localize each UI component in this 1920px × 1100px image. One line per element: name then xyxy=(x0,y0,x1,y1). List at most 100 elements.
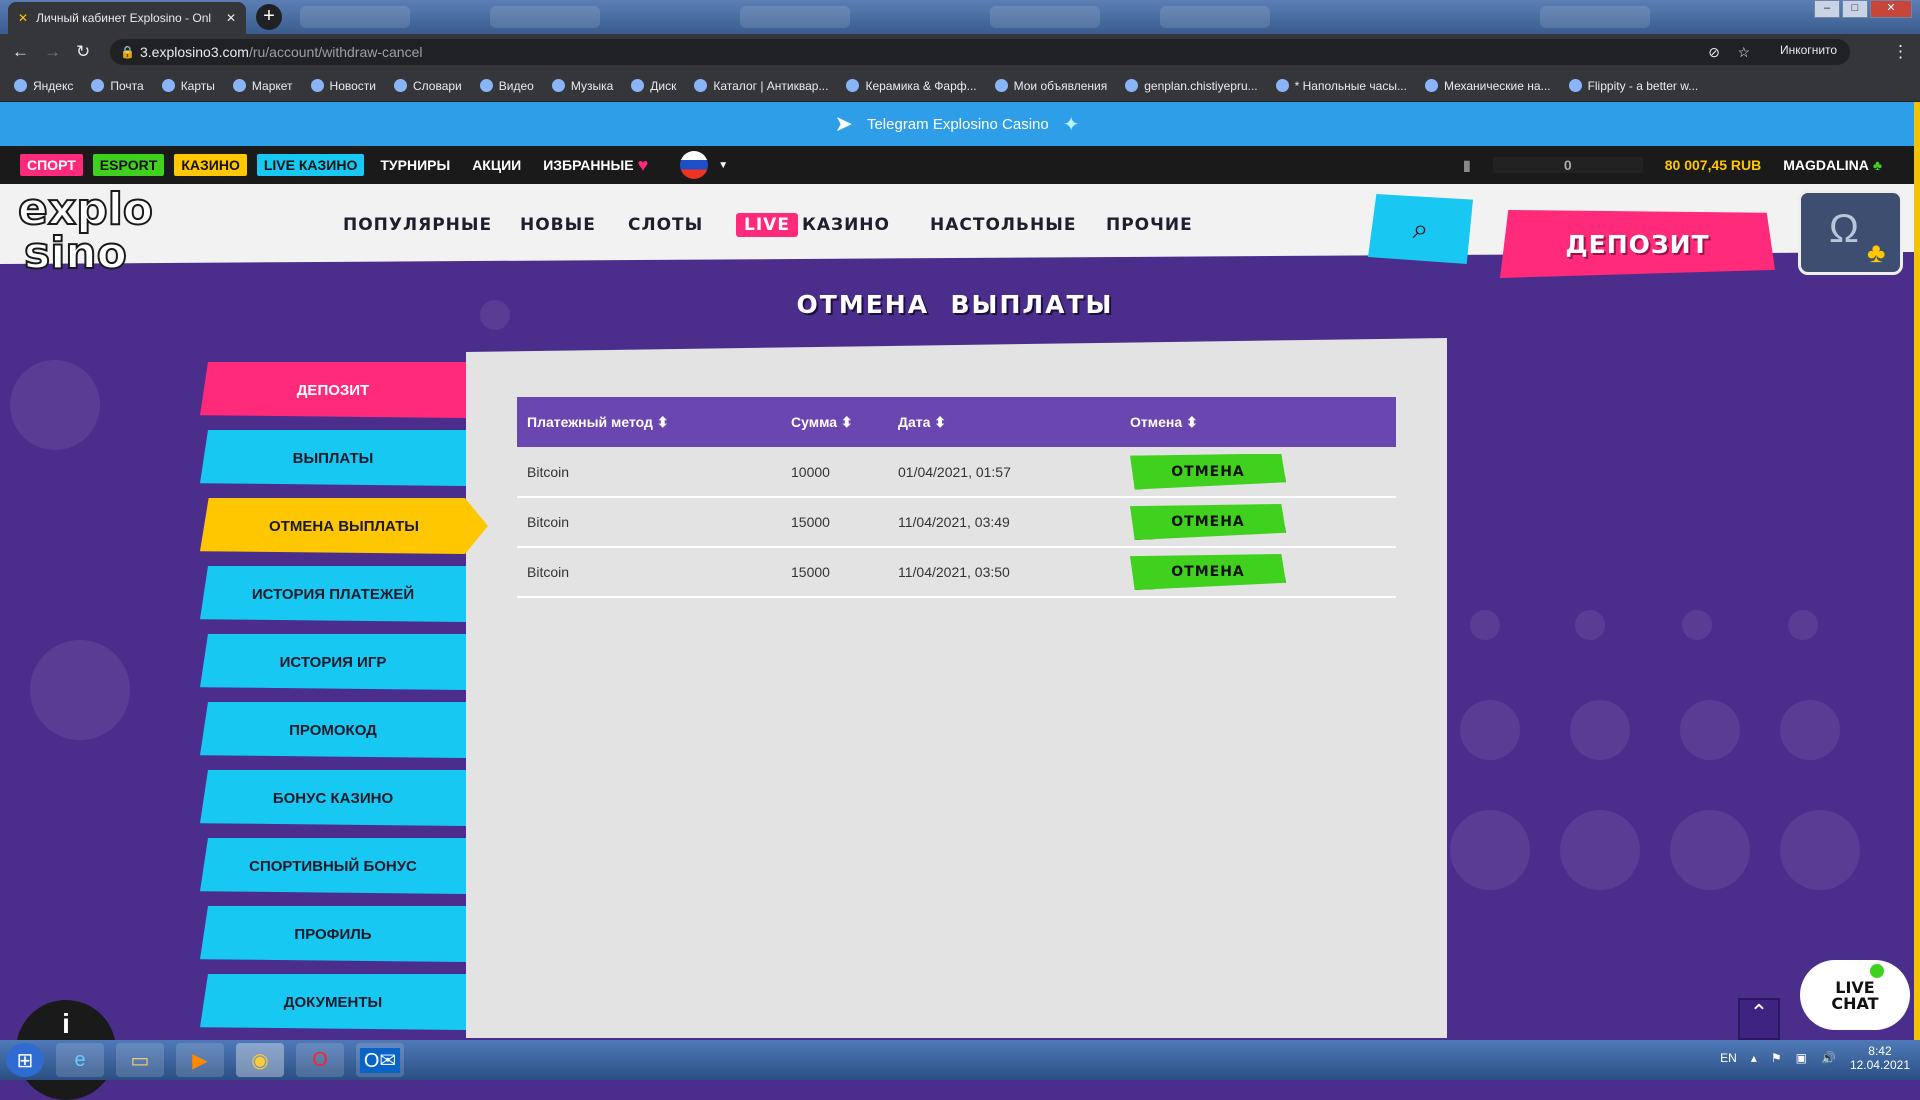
avatar[interactable]: Ω ♣ xyxy=(1798,190,1903,275)
cell-action: ОТМЕНА xyxy=(1120,497,1396,548)
taskbar-ie[interactable]: e xyxy=(56,1043,104,1077)
bookmark-item[interactable]: Музыка xyxy=(551,79,613,93)
nav-popular[interactable]: ПОПУЛЯРНЫЕ xyxy=(343,215,492,235)
page-scrollbar[interactable] xyxy=(1914,102,1920,1040)
taskbar-media[interactable]: ▶ xyxy=(176,1043,224,1077)
sidebar-item[interactable]: БОНУС КАЗИНО xyxy=(200,770,466,826)
bookmark-item[interactable]: Керамика & Фарф... xyxy=(846,79,977,93)
menu-kebab-icon[interactable]: ⋮ xyxy=(1892,42,1909,62)
forward-icon[interactable]: → xyxy=(44,42,61,62)
bookmark-item[interactable]: Механические на... xyxy=(1424,79,1551,93)
eye-off-icon[interactable]: ⊘ xyxy=(1708,39,1720,65)
browser-tab[interactable] xyxy=(990,6,1100,28)
bookmark-label: Маркет xyxy=(251,78,293,93)
maximize-button[interactable]: □ xyxy=(1842,0,1868,18)
taskbar-outlook[interactable]: O✉ xyxy=(356,1043,404,1077)
minimize-button[interactable]: – xyxy=(1814,0,1840,18)
scroll-top-button[interactable]: ⌃ xyxy=(1738,998,1780,1040)
nav-link-promotions[interactable]: АКЦИИ xyxy=(472,157,521,173)
telegram-banner[interactable]: ➤ Telegram Explosino Casino ✦ xyxy=(0,102,1914,146)
bookmark-item[interactable]: Словари xyxy=(393,79,462,93)
language-flag-icon[interactable] xyxy=(680,151,709,179)
back-icon[interactable]: ← xyxy=(12,42,29,62)
reload-icon[interactable]: ↻ xyxy=(76,42,90,62)
bookmark-item[interactable]: * Напольные часы... xyxy=(1275,79,1407,93)
network-icon[interactable]: ▣ xyxy=(1796,1051,1807,1065)
sidebar-item[interactable]: ИСТОРИЯ ПЛАТЕЖЕЙ xyxy=(200,566,466,622)
nav-pill-sport[interactable]: СПОРТ xyxy=(20,154,83,176)
bookmark-item[interactable]: Маркет xyxy=(232,78,293,93)
chevron-down-icon[interactable]: ▼ xyxy=(718,160,728,171)
col-header-date[interactable]: Дата ⬍ xyxy=(888,397,1120,447)
live-chat-button[interactable]: LIVE CHAT xyxy=(1800,960,1910,1030)
taskbar-chrome[interactable]: ◉ xyxy=(236,1043,284,1077)
bookmark-item[interactable]: genplan.chistiyepru... xyxy=(1125,78,1258,93)
nav-new[interactable]: НОВЫЕ xyxy=(520,215,596,235)
bookmark-item[interactable]: Диск xyxy=(631,79,676,93)
browser-tab[interactable] xyxy=(740,6,850,28)
tray-expand-icon[interactable]: ▴ xyxy=(1751,1051,1757,1065)
col-header-amount[interactable]: Сумма ⬍ xyxy=(781,397,888,447)
nav-link-tournaments[interactable]: ТУРНИРЫ xyxy=(380,157,450,173)
tab-title: Личный кабинет Explosino - Onl xyxy=(36,11,212,25)
username[interactable]: MAGDALINA xyxy=(1783,157,1869,173)
bookmark-item[interactable]: Почта xyxy=(91,79,144,93)
nav-pill-live-casino[interactable]: LIVE КАЗИНО xyxy=(256,154,365,176)
browser-tab-active[interactable]: ✕ Личный кабинет Explosino - Onl ✕ xyxy=(8,2,246,34)
sidebar-item[interactable]: ДЕПОЗИТ xyxy=(200,362,466,418)
cell-amount: 15000 xyxy=(781,497,888,548)
search-button[interactable]: ⌕ xyxy=(1368,194,1473,264)
nav-table-games[interactable]: НАСТОЛЬНЫЕ xyxy=(930,215,1076,235)
nav-pill-esport[interactable]: ESPORT xyxy=(92,154,165,176)
cancel-withdrawal-button[interactable]: ОТМЕНА xyxy=(1130,554,1286,590)
bookmark-item[interactable]: Видео xyxy=(479,79,534,93)
language-indicator[interactable]: EN xyxy=(1720,1051,1737,1065)
volume-icon[interactable]: 🔊 xyxy=(1821,1051,1836,1065)
bookmark-label: Каталог | Антиквар... xyxy=(713,78,829,93)
nav-other[interactable]: ПРОЧИЕ xyxy=(1106,215,1193,235)
bookmark-item[interactable]: Яндекс xyxy=(14,79,73,93)
sidebar-item[interactable]: СПОРТИВНЫЙ БОНУС xyxy=(200,838,466,894)
bookmark-item[interactable]: Каталог | Антиквар... xyxy=(694,79,828,93)
bookmark-favicon-icon xyxy=(1275,79,1289,92)
sidebar-item[interactable]: ВЫПЛАТЫ xyxy=(200,430,466,486)
browser-tab[interactable] xyxy=(300,6,410,28)
clock[interactable]: 8:42 12.04.2021 xyxy=(1850,1044,1910,1072)
nav-slots[interactable]: СЛОТЫ xyxy=(628,215,703,235)
star-icon[interactable]: ☆ xyxy=(1737,39,1750,65)
explosino-logo[interactable]: explo sino xyxy=(17,187,168,288)
sidebar-item[interactable]: ДОКУМЕНТЫ xyxy=(200,974,466,1030)
cancel-withdrawal-button[interactable]: ОТМЕНА xyxy=(1130,504,1286,540)
bookmark-item[interactable]: Новости xyxy=(310,79,376,93)
gift-icon[interactable]: ▮ xyxy=(1463,157,1471,174)
sidebar-item[interactable]: ПРОМОКОД xyxy=(200,702,466,758)
bookmark-item[interactable]: Flippity - a better w... xyxy=(1568,79,1698,93)
nav-pill-casino[interactable]: КАЗИНО xyxy=(174,154,247,176)
sidebar-item[interactable]: ИСТОРИЯ ИГР xyxy=(200,634,466,690)
table-row: Bitcoin 15000 11/04/2021, 03:49 ОТМЕНА xyxy=(517,497,1396,548)
sidebar-item[interactable]: ПРОФИЛЬ xyxy=(200,906,466,962)
bookmark-label: genplan.chistiyepru... xyxy=(1144,78,1258,93)
sidebar-item[interactable]: ОТМЕНА ВЫПЛАТЫ xyxy=(200,498,488,554)
incognito-label[interactable]: Инкогнито xyxy=(1780,43,1837,57)
browser-tab[interactable] xyxy=(1160,6,1270,28)
balance-amount[interactable]: 80 007,45 RUB xyxy=(1665,157,1762,173)
address-bar[interactable]: 🔒 3.explosino3.com/ru/account/withdraw-c… xyxy=(110,39,1850,65)
col-header-cancel[interactable]: Отмена ⬍ xyxy=(1120,397,1396,447)
bookmark-item[interactable]: Карты xyxy=(161,79,215,93)
close-window-button[interactable]: ✕ xyxy=(1870,0,1912,18)
nav-live-casino[interactable]: LIVE КАЗИНО xyxy=(736,213,890,237)
flag-icon[interactable]: ⚑ xyxy=(1771,1051,1782,1065)
browser-tab[interactable] xyxy=(490,6,600,28)
nav-link-favorites[interactable]: ИЗБРАННЫЕ xyxy=(543,157,633,173)
taskbar-explorer[interactable]: ▭ xyxy=(116,1043,164,1077)
start-button[interactable]: ⊞ xyxy=(6,1043,44,1077)
bookmark-item[interactable]: Мои объявления xyxy=(994,79,1107,93)
deposit-button[interactable]: ДЕПОЗИТ xyxy=(1500,210,1775,278)
new-tab-button[interactable]: + xyxy=(256,4,282,30)
tab-close-icon[interactable]: ✕ xyxy=(226,11,236,25)
col-header-method[interactable]: Платежный метод ⬍ xyxy=(517,397,781,447)
browser-tab[interactable] xyxy=(1540,6,1650,28)
cancel-withdrawal-button[interactable]: ОТМЕНА xyxy=(1130,453,1286,490)
taskbar-opera[interactable]: O xyxy=(296,1043,344,1077)
